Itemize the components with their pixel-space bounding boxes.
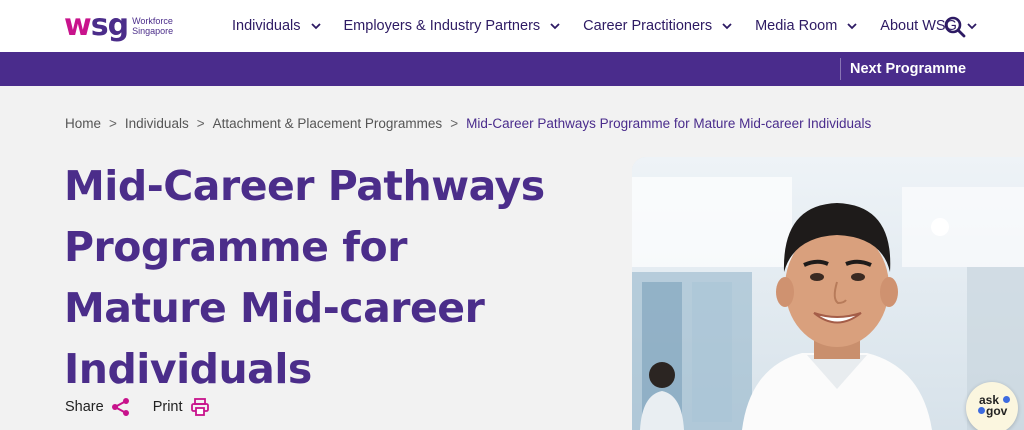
top-navigation: wsg Workforce Singapore Individuals Empl… <box>0 0 1024 52</box>
nav-item-career-practitioners[interactable]: Career Practitioners <box>583 18 733 34</box>
share-label: Share <box>65 399 104 415</box>
logo-mark-sg: sg <box>90 8 129 43</box>
breadcrumb-individuals[interactable]: Individuals <box>125 116 189 131</box>
page-actions: Share Print <box>65 397 232 417</box>
logo-mark-w: w <box>64 8 92 43</box>
main-nav: Individuals Employers & Industry Partner… <box>232 0 1000 52</box>
breadcrumb-separator: > <box>196 116 205 131</box>
chevron-down-icon <box>310 23 321 30</box>
share-icon <box>111 398 129 416</box>
logo-text-line1: Workforce <box>132 16 173 26</box>
hero-image <box>632 157 1024 430</box>
breadcrumb: Home > Individuals > Attachment & Placem… <box>65 116 871 131</box>
logo-text-line2: Singapore <box>132 26 174 36</box>
nav-item-label: Employers & Industry Partners <box>343 18 541 34</box>
ask-gov-chat-button[interactable]: ask gov <box>966 382 1018 430</box>
nav-item-media-room[interactable]: Media Room <box>755 18 858 34</box>
logo-text: Workforce Singapore <box>132 16 173 36</box>
askgov-dot <box>978 407 985 414</box>
nav-item-label: Individuals <box>232 18 301 34</box>
page-title-line: Mature Mid-career <box>64 284 485 332</box>
page-title: Mid-Career Pathways Programme for Mature… <box>64 156 624 400</box>
chevron-down-icon <box>967 23 977 30</box>
programme-bar: Next Programme <box>0 52 1024 86</box>
page-title-line: Mid-Career Pathways <box>64 162 545 210</box>
breadcrumb-current: Mid-Career Pathways Programme for Mature… <box>466 116 872 131</box>
next-programme-link[interactable]: Next Programme <box>850 52 966 86</box>
share-button[interactable]: Share <box>65 397 131 417</box>
nav-item-label: Media Room <box>755 18 838 34</box>
logo-mark: wsg <box>64 8 129 43</box>
nav-item-individuals[interactable]: Individuals <box>232 18 322 34</box>
nav-item-employers[interactable]: Employers & Industry Partners <box>344 18 562 34</box>
chevron-down-icon <box>847 23 857 30</box>
askgov-dot <box>1003 396 1010 403</box>
page-title-line: Individuals <box>64 345 312 393</box>
bar-divider <box>840 58 841 80</box>
hero-photo-illustration <box>632 157 1024 430</box>
chevron-down-icon <box>550 23 560 30</box>
nav-item-label: Career Practitioners <box>583 18 713 34</box>
breadcrumb-separator: > <box>450 116 459 131</box>
print-label: Print <box>152 399 183 415</box>
breadcrumb-separator: > <box>109 116 117 131</box>
search-icon[interactable] <box>943 15 967 39</box>
chevron-down-icon <box>722 23 732 30</box>
breadcrumb-home[interactable]: Home <box>65 116 101 131</box>
breadcrumb-attachment-placement[interactable]: Attachment & Placement Programmes <box>213 116 443 131</box>
print-button[interactable]: Print <box>153 397 210 417</box>
askgov-label-gov: gov <box>986 404 1008 418</box>
wsg-logo[interactable]: wsg Workforce Singapore <box>64 6 173 46</box>
printer-icon <box>190 398 209 416</box>
page-title-line: Programme for <box>64 223 407 271</box>
